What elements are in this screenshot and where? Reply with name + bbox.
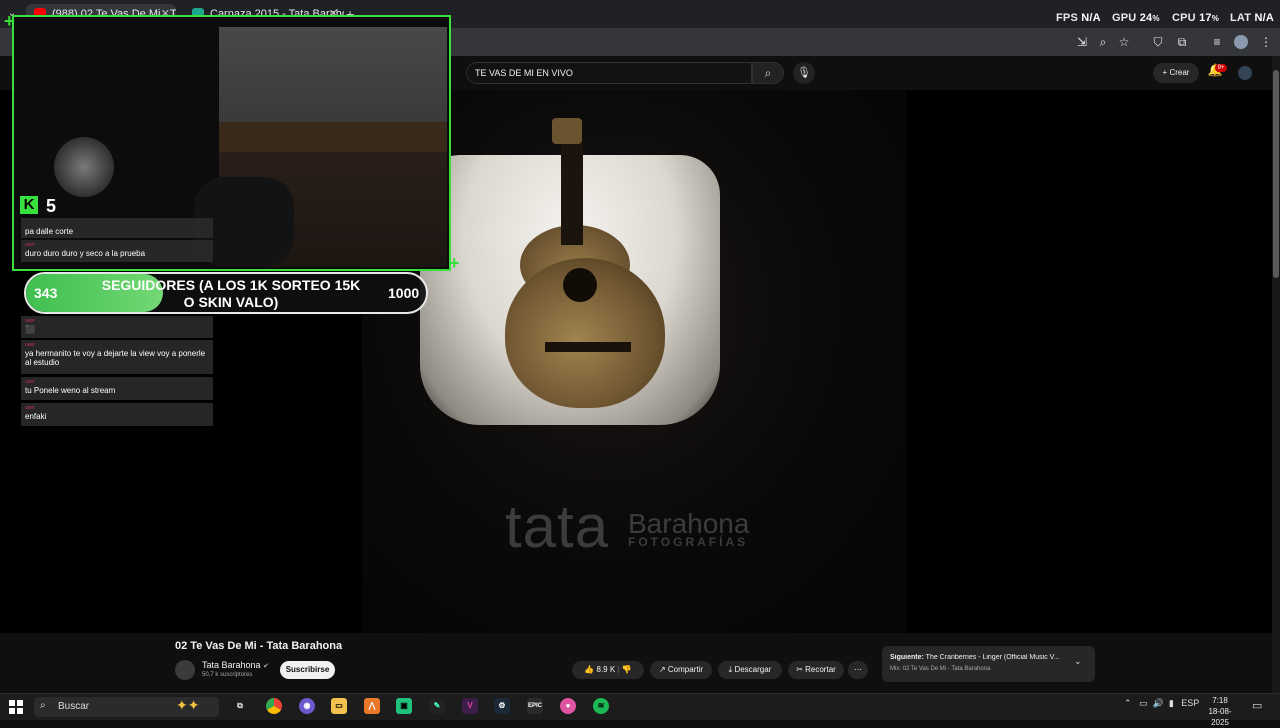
install-app-icon[interactable]: ⇲ [1074,34,1090,50]
windows-start-icon[interactable] [9,700,23,714]
cpu-stat: CPU 17% [1172,12,1220,24]
notification-badge: 9+ [1215,64,1227,72]
clock-date: 18-08-2025 [1208,707,1232,727]
profile-avatar[interactable] [1234,35,1248,49]
language-indicator[interactable]: ESP [1181,698,1199,708]
goal-current: 343 [34,285,58,301]
steam-icon[interactable]: ⚙ [494,698,510,714]
kick-app-icon[interactable]: ▣ [396,698,412,714]
search-icon: ⌕ [764,66,772,80]
taskbar-clock[interactable]: 7:18 18-08-2025 [1200,695,1240,728]
gpu-stat: GPU 24% [1112,12,1160,24]
channel-avatar[interactable] [175,660,195,680]
media-control-icon[interactable]: ≡ [1209,34,1225,50]
search-icon: ⌕ [40,700,46,711]
valorant-icon[interactable]: V [462,698,478,714]
dislike-button[interactable]: 👎 [622,665,632,674]
download-button[interactable]: ⤓ Descargar [718,661,782,679]
goal-target: 1000 [388,285,420,301]
search-button[interactable]: ⌕ [752,62,784,84]
chrome-icon[interactable] [266,698,282,714]
like-dislike-group: 👍 8.9 K | 👎 [572,661,644,679]
goal-text: SEGUIDORES (A LOS 1K SORTEO 15K O SKIN V… [101,277,361,310]
create-button[interactable]: + Crear [1153,63,1199,83]
chat-message: user ya hermanito te voy a dejarte la vie… [21,340,213,374]
more-actions-button[interactable]: ⋯ [848,661,868,679]
guitar-soundhole [563,268,597,302]
system-tray[interactable]: ⌃ ▭ 🔊 ▮ ESP [1124,698,1199,709]
guitar-neck [561,140,583,245]
thumbs-down-icon: 👎 [621,665,632,674]
microphone-icon: 🎙 [797,67,811,79]
chat-message: user ⬛ [21,316,213,338]
account-avatar[interactable] [1238,66,1252,80]
verified-icon: ✔ [263,663,269,670]
chat-message: user tu Ponele weno al stream [21,377,213,400]
thumbs-up-icon: 👍 [584,665,595,674]
notification-center-icon[interactable]: ▭ [1252,699,1262,712]
up-next-mix: Mix: 02 Te Vas De Mi - Tata Barahona [890,666,991,672]
corner-plus-icon: + [449,253,460,273]
epic-games-icon[interactable]: EPIC [527,698,543,714]
fps-stat: FPS N/A [1056,12,1101,24]
spotify-icon[interactable]: ≋ [593,698,609,714]
menu-kebab-icon[interactable]: ⋮ [1258,34,1274,50]
speaker-icon[interactable]: 🔊 [1153,698,1164,708]
share-icon: ↗ [658,665,666,674]
zoom-icon[interactable]: ⌕ [1095,34,1111,50]
kick-logo-icon: K [20,196,38,214]
clip-button[interactable]: ✂ Recortar [788,661,844,679]
more-horizontal-icon: ⋯ [854,665,862,674]
guitar-bridge [545,342,631,352]
share-button[interactable]: ↗ Compartir [650,661,712,679]
corner-plus-icon: + [4,11,15,31]
scrollbar-thumb[interactable] [1273,70,1279,278]
network-icon[interactable]: ▭ [1139,698,1148,708]
watermark-tata: tata [505,493,610,560]
follower-goal-bar: 343 SEGUIDORES (A LOS 1K SORTEO 15K O SK… [24,272,428,314]
chat-message: userpa dalle corte [21,218,213,238]
watermark-fotografias: FOTOGRAFÍAS [628,535,749,549]
file-explorer-icon[interactable]: ▭ [331,698,347,714]
voice-search-button[interactable]: 🎙 [793,62,815,84]
scissors-icon: ✂ [796,665,803,674]
channel-name[interactable]: Tata Barahona ✔ [202,660,269,670]
discord-icon[interactable]: ◉ [299,698,315,714]
extensions-icon[interactable]: ⧉ [1174,34,1190,50]
viewer-count: 5 [46,196,57,216]
chat-message: user duro duro duro y seco a la prueba [21,240,213,262]
search-input[interactable]: TE VAS DE MI EN VIVO [466,62,752,84]
shield-icon[interactable]: ⛉ [1150,34,1166,50]
osu-icon[interactable]: ● [560,698,576,714]
subscribe-button[interactable]: Suscribirse [280,661,335,679]
sparkle-icon: ✦✦ [176,697,200,713]
chat-message: user enfaki [21,403,213,426]
subscriber-count: 50,7 k suscriptores [202,672,253,678]
clock-time: 7:18 [1212,696,1228,705]
webcam-shelf [219,122,447,152]
app-a-icon[interactable]: ⋀ [364,698,380,714]
webcam-lamp [54,137,114,197]
up-next-title: Siguiente: The Cranberries - Linger (Off… [890,654,1060,661]
bookmark-star-icon[interactable]: ☆ [1116,34,1132,50]
battery-icon[interactable]: ▮ [1169,698,1174,708]
up-next-card[interactable] [882,646,1095,682]
video-title: 02 Te Vas De Mi - Tata Barahona [175,640,343,652]
lat-stat: LAT N/A [1230,12,1274,24]
like-button[interactable]: 👍 8.9 K [584,665,615,674]
download-icon: ⤓ [728,665,733,674]
chevron-up-icon[interactable]: ⌃ [1124,698,1132,708]
task-view-icon[interactable]: ⧉ [232,698,248,714]
chevron-down-icon[interactable]: ⌄ [1074,656,1082,667]
app-pen-icon[interactable]: ✎ [429,698,445,714]
guitar-headstock [552,118,582,144]
create-label: Crear [1169,68,1190,77]
